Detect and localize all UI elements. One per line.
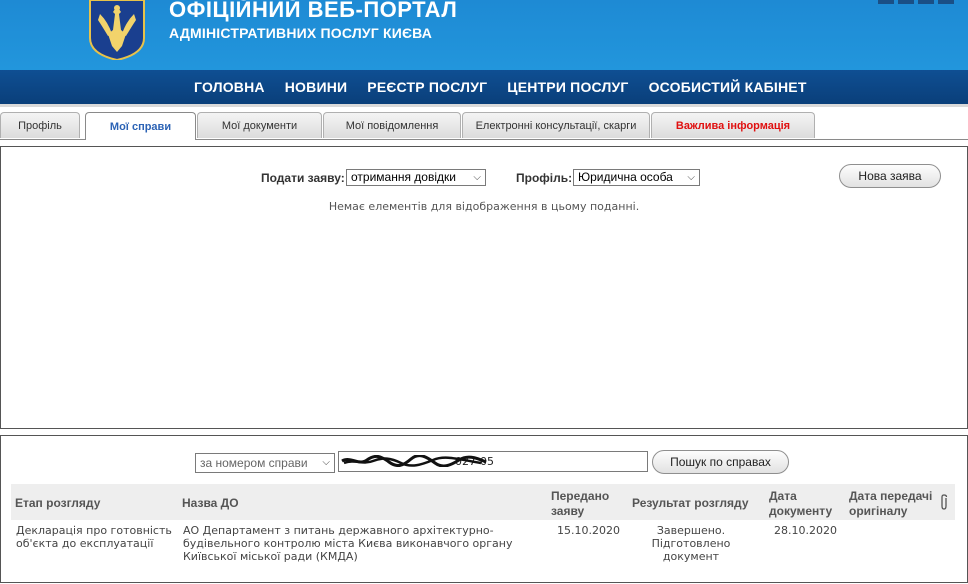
col-submitted[interactable]: Передано заяву [551,489,623,519]
chevron-down-icon: ⌵ [687,172,695,183]
col-doc-date[interactable]: Дата документу [769,489,841,519]
tab-consultations[interactable]: Електронні консультації, скарги [462,112,650,138]
profile-label: Профіль: [516,171,573,185]
profile-select[interactable]: Юридична особа ⌵ [573,169,700,186]
top-right-links[interactable] [878,0,958,4]
row-result: Завершено. Підготовлено документ [651,524,731,563]
col-original-date[interactable]: Дата передачі оригіналу [849,489,941,519]
kyiv-coat-of-arms-icon[interactable] [88,0,146,62]
application-type-select[interactable]: отримання довідки ⌵ [346,169,486,186]
chevron-down-icon: ⌵ [473,172,481,183]
nav-item-home[interactable]: ГОЛОВНА [194,79,265,95]
portal-subtitle: АДМІНІСТРАТИВНИХ ПОСЛУГ КИЄВА [169,25,433,41]
submit-application-label: Подати заяву: [261,171,345,185]
nav-item-services-registry[interactable]: РЕЄСТР ПОСЛУГ [367,79,487,95]
portal-title: ОФІЦІЙНИЙ ВЕБ-ПОРТАЛ [169,0,458,22]
paperclip-icon[interactable] [939,494,949,515]
tab-my-messages[interactable]: Мої повідомлення [323,112,461,138]
col-result[interactable]: Результат розгляду [632,496,749,511]
applications-panel: Подати заяву: отримання довідки ⌵ Профіл… [0,146,968,429]
case-number-input[interactable]: 027-05 [338,451,648,472]
new-application-button[interactable]: Нова заява [839,164,941,188]
nav-item-personal-cabinet[interactable]: ОСОБИСТИЙ КАБІНЕТ [649,79,807,95]
main-navigation: ГОЛОВНА НОВИНИ РЕЄСТР ПОСЛУГ ЦЕНТРИ ПОСЛ… [0,70,968,107]
search-by-select[interactable]: за номером справи ⌵ [195,453,335,473]
cases-table-header: Етап розгляду Назва ДО Передано заяву Ре… [11,484,955,520]
row-doc-date: 28.10.2020 [774,524,837,537]
chevron-down-icon: ⌵ [322,457,330,468]
tab-my-documents[interactable]: Мої документи [197,112,322,138]
row-stage[interactable]: Декларація про готовність об'єкта до екс… [16,524,176,550]
nav-item-service-centers[interactable]: ЦЕНТРИ ПОСЛУГ [507,79,628,95]
row-submitted-date: 15.10.2020 [557,524,620,537]
tab-important-info[interactable]: Важлива інформація [651,112,815,138]
cabinet-tabs: Профіль Мої справи Мої документи Мої пов… [0,112,968,140]
cases-panel: за номером справи ⌵ 027-05 Пошук по спра… [0,435,968,583]
row-org-name: АО Департамент з питань державного архіт… [183,524,513,563]
nav-item-news[interactable]: НОВИНИ [285,79,348,95]
col-org-name[interactable]: Назва ДО [182,496,239,511]
empty-message: Немає елементів для відображення в цьому… [328,200,640,213]
tab-profile[interactable]: Профіль [0,112,80,138]
search-cases-button[interactable]: Пошук по справах [652,450,789,474]
tab-my-cases[interactable]: Мої справи [85,112,196,140]
col-stage[interactable]: Етап розгляду [15,496,100,511]
redaction-scribble [341,455,487,467]
site-header: ОФІЦІЙНИЙ ВЕБ-ПОРТАЛ АДМІНІСТРАТИВНИХ ПО… [0,0,968,70]
